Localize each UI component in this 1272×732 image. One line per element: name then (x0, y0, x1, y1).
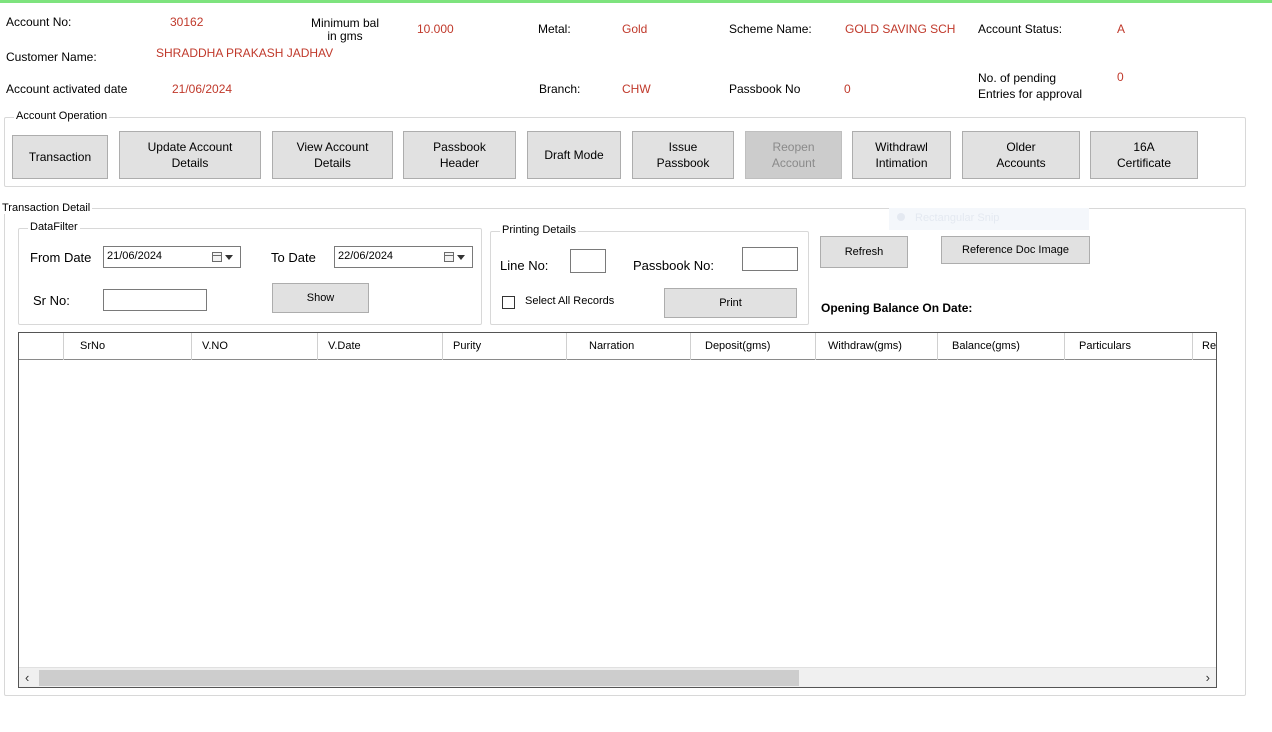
branch-label: Branch: (539, 82, 581, 96)
from-date-value: 21/06/2024 (107, 250, 163, 262)
sr-no-label: Sr No: (33, 293, 70, 308)
col-header-re[interactable]: Re (1193, 333, 1216, 360)
printing-details-title: Printing Details (500, 224, 578, 236)
calendar-icon (212, 252, 222, 262)
account-no-label: Account No: (6, 15, 72, 29)
scroll-left-icon[interactable]: ‹ (25, 670, 29, 686)
metal-value: Gold (622, 22, 648, 36)
scheme-name-label: Scheme Name: (729, 22, 812, 36)
col-header-vno[interactable]: V.NO (192, 333, 318, 360)
pending-entries-value: 0 (1117, 70, 1124, 84)
col-header-vdate[interactable]: V.Date (318, 333, 443, 360)
min-bal-value: 10.000 (417, 22, 454, 36)
older-accounts-button[interactable]: Older Accounts (962, 131, 1080, 179)
to-date-label: To Date (271, 250, 316, 265)
select-all-label: Select All Records (525, 295, 615, 307)
view-account-details-button[interactable]: View Account Details (272, 131, 393, 179)
select-all-checkbox[interactable] (502, 296, 515, 309)
col-header-balance[interactable]: Balance(gms) (938, 333, 1065, 360)
metal-label: Metal: (538, 22, 571, 36)
grid-header: SrNo V.NO V.Date Purity Narration Deposi… (19, 333, 1216, 360)
col-header-narration[interactable]: Narration (567, 333, 691, 360)
opening-balance-label: Opening Balance On Date: (821, 301, 973, 315)
print-passbook-no-input[interactable] (742, 247, 798, 271)
16a-certificate-button[interactable]: 16A Certificate (1090, 131, 1198, 179)
transaction-grid[interactable]: SrNo V.NO V.Date Purity Narration Deposi… (18, 332, 1217, 688)
pending-entries-label: No. of pending Entries for approval (978, 71, 1083, 101)
account-operation-title: Account Operation (14, 110, 110, 122)
col-header-purity[interactable]: Purity (443, 333, 567, 360)
passbook-no-value: 0 (844, 82, 851, 96)
activated-date-label: Account activated date (6, 82, 128, 96)
from-date-picker[interactable]: 21/06/2024 (103, 246, 241, 268)
passbook-header-button[interactable]: Passbook Header (403, 131, 516, 179)
issue-passbook-button[interactable]: Issue Passbook (632, 131, 734, 179)
calendar-icon (444, 252, 454, 262)
draft-mode-button[interactable]: Draft Mode (527, 131, 621, 179)
scroll-right-icon[interactable]: › (1206, 670, 1210, 686)
withdrawl-intimation-button[interactable]: Withdrawl Intimation (852, 131, 951, 179)
sr-no-input[interactable] (103, 289, 207, 311)
line-no-label: Line No: (500, 258, 549, 273)
branch-value: CHW (622, 82, 651, 96)
to-date-picker[interactable]: 22/06/2024 (334, 246, 473, 268)
col-header-particulars[interactable]: Particulars (1065, 333, 1193, 360)
refresh-button[interactable]: Refresh (820, 236, 908, 268)
reopen-account-button: Reopen Account (745, 131, 842, 179)
title-accent-line (0, 0, 1272, 3)
dropdown-arrow-icon (225, 255, 233, 260)
scheme-name-value: GOLD SAVING SCH (845, 22, 956, 36)
passbook-no-label: Passbook No (729, 82, 801, 96)
min-bal-label: Minimum bal in gms (311, 16, 380, 43)
horizontal-scrollbar[interactable]: ‹ › (19, 667, 1216, 687)
customer-name-label: Customer Name: (6, 50, 97, 64)
to-date-value: 22/06/2024 (338, 250, 394, 262)
col-header-srno[interactable]: SrNo (64, 333, 192, 360)
from-date-label: From Date (30, 250, 92, 265)
customer-name-value: SHRADDHA PRAKASH JADHAV (156, 46, 334, 60)
datafilter-title: DataFilter (28, 221, 80, 233)
transaction-detail-title: Transaction Detail (0, 202, 93, 214)
snip-tooltip-ghost: Rectangular Snip (889, 208, 1089, 230)
account-status-value: A (1117, 22, 1126, 36)
col-header-withdraw[interactable]: Withdraw(gms) (816, 333, 938, 360)
update-account-details-button[interactable]: Update Account Details (119, 131, 261, 179)
show-button[interactable]: Show (272, 283, 369, 313)
col-header-deposit[interactable]: Deposit(gms) (691, 333, 816, 360)
transaction-button[interactable]: Transaction (12, 135, 108, 179)
snip-dot-icon (897, 213, 905, 221)
scrollbar-thumb[interactable] (39, 670, 799, 686)
activated-date-value: 21/06/2024 (172, 82, 233, 96)
datafilter-group (18, 228, 482, 325)
reference-doc-image-button[interactable]: Reference Doc Image (941, 236, 1090, 264)
line-no-input[interactable] (570, 249, 606, 273)
account-no-value: 30162 (170, 15, 204, 29)
account-status-label: Account Status: (978, 22, 1063, 36)
print-button[interactable]: Print (664, 288, 797, 318)
print-passbook-no-label: Passbook No: (633, 258, 714, 273)
col-header-selector[interactable] (19, 333, 64, 360)
dropdown-arrow-icon (457, 255, 465, 260)
